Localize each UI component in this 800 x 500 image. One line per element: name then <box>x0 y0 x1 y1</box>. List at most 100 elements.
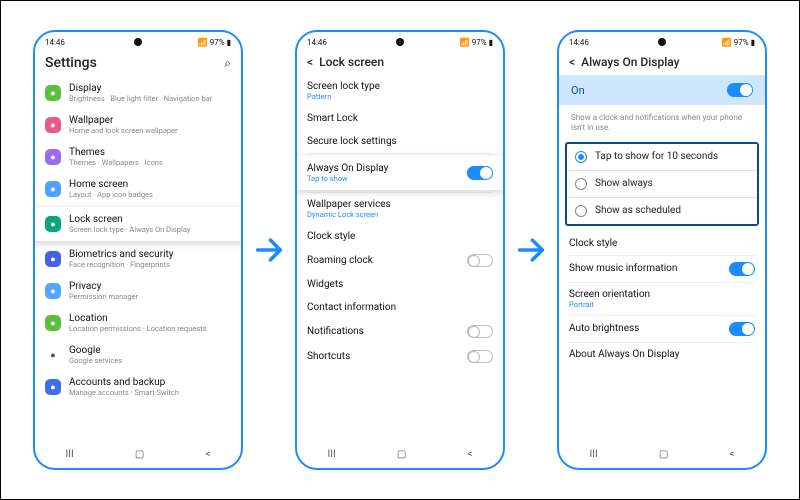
settings-row[interactable]: ●Lock screenScreen lock type · Always On… <box>35 207 241 241</box>
nav-home-icon[interactable]: ▢ <box>397 449 406 460</box>
aod-hint: Show a clock and notifications when your… <box>559 109 765 142</box>
notch <box>658 38 666 46</box>
row-sub: Dynamic Lock screen <box>307 210 493 219</box>
nav-home-icon[interactable]: ▢ <box>659 449 668 460</box>
settings-row[interactable]: ●WallpaperHome and lock screen wallpaper <box>35 109 241 141</box>
notch <box>134 38 142 46</box>
radio-option[interactable]: Show always <box>567 170 757 197</box>
nav-back-icon[interactable]: < <box>205 449 210 460</box>
row-label: Lock screen <box>69 214 231 225</box>
location-icon: ● <box>45 315 61 331</box>
settings-row[interactable]: ●Accounts and backupManage accounts · Sm… <box>35 371 241 403</box>
lockscreen-row[interactable]: Widgets <box>297 273 503 296</box>
row-sub: Themes · Wallpapers · Icons <box>69 158 231 167</box>
toggle[interactable] <box>467 254 493 267</box>
row-label: Wallpaper <box>69 115 231 126</box>
page-title: Lock screen <box>319 55 493 69</box>
home-icon: ● <box>45 181 61 197</box>
themes-icon: ● <box>45 149 61 165</box>
toggle[interactable] <box>467 350 493 363</box>
nav-back-icon[interactable]: < <box>467 449 472 460</box>
aod-row[interactable]: About Always On Display <box>559 343 765 366</box>
settings-row[interactable]: ●LocationLocation permissions · Location… <box>35 307 241 339</box>
aod-row[interactable]: Auto brightness <box>559 316 765 342</box>
row-sub: Pattern <box>307 92 493 101</box>
header: Settings ⌕ <box>35 49 241 77</box>
lockscreen-row[interactable]: Roaming clock <box>297 248 503 273</box>
on-toggle[interactable] <box>727 83 753 97</box>
row-label: Wallpaper services <box>307 199 493 210</box>
radio-option[interactable]: Show as scheduled <box>567 197 757 224</box>
nav-recents-icon[interactable]: III <box>66 449 74 460</box>
row-label: Shortcuts <box>307 351 459 362</box>
page-title: Always On Display <box>581 55 755 69</box>
row-label: Privacy <box>69 281 231 292</box>
status-time: 14:46 <box>45 38 65 47</box>
aod-row[interactable]: Screen orientationPortrait <box>559 283 765 315</box>
row-label: Clock style <box>307 231 493 242</box>
radio-option[interactable]: Tap to show for 10 seconds <box>567 144 757 170</box>
lockscreen-row[interactable]: Screen lock typePattern <box>297 75 503 107</box>
google-icon: ● <box>45 347 61 363</box>
toggle[interactable] <box>729 262 755 276</box>
lockscreen-row[interactable]: Shortcuts <box>297 344 503 369</box>
status-right: 📶 97% ▮ <box>460 38 493 47</box>
settings-row[interactable]: ●Biometrics and securityFace recognition… <box>35 243 241 275</box>
row-label: Roaming clock <box>307 255 459 266</box>
lockscreen-row[interactable]: Clock style <box>297 225 503 248</box>
nav-home-icon[interactable]: ▢ <box>135 449 144 460</box>
lockscreen-row[interactable]: Always On DisplayTap to show <box>297 156 503 190</box>
aod-row[interactable]: Clock style <box>559 232 765 255</box>
settings-row[interactable]: ●PrivacyPermission manager <box>35 275 241 307</box>
row-label: Smart Lock <box>307 113 493 124</box>
status-right: 📶 97% ▮ <box>722 38 755 47</box>
status-time: 14:46 <box>569 38 589 47</box>
on-banner[interactable]: On <box>559 75 765 105</box>
lockscreen-row[interactable]: Secure lock settings <box>297 130 503 153</box>
settings-row[interactable]: ●ThemesThemes · Wallpapers · Icons <box>35 141 241 173</box>
toggle[interactable] <box>467 325 493 338</box>
display-mode-radios: Tap to show for 10 secondsShow alwaysSho… <box>565 142 759 226</box>
row-sub: Manage accounts · Smart Switch <box>69 388 231 397</box>
row-label: Notifications <box>307 326 459 337</box>
row-label: Biometrics and security <box>69 249 231 260</box>
flow-arrow <box>513 233 549 267</box>
privacy-icon: ● <box>45 283 61 299</box>
lockscreen-row[interactable]: Wallpaper servicesDynamic Lock screen <box>297 193 503 225</box>
nav-recents-icon[interactable]: III <box>328 449 336 460</box>
row-label: About Always On Display <box>569 349 755 360</box>
row-sub: Portrait <box>569 300 755 309</box>
header: < Always On Display <box>559 49 765 75</box>
row-label: Show music information <box>569 263 721 274</box>
settings-row[interactable]: ●GoogleGoogle services <box>35 339 241 371</box>
on-label: On <box>571 84 585 97</box>
lockscreen-row[interactable]: Contact information <box>297 296 503 319</box>
row-label: Contact information <box>307 302 493 313</box>
row-label: Google <box>69 345 231 356</box>
row-sub: Tap to show <box>307 174 459 183</box>
row-label: Always On Display <box>307 163 459 174</box>
toggle[interactable] <box>467 166 493 180</box>
back-icon[interactable]: < <box>307 55 313 69</box>
lockscreen-row[interactable]: Notifications <box>297 319 503 344</box>
row-label: Screen lock type <box>307 81 493 92</box>
row-sub: Brightness · Blue light filter · Navigat… <box>69 94 231 103</box>
search-icon[interactable]: ⌕ <box>224 56 231 71</box>
row-label: Widgets <box>307 279 493 290</box>
phone-aod: 14:46 📶 97% ▮ < Always On Display On Sho… <box>557 30 767 470</box>
toggle[interactable] <box>729 322 755 336</box>
settings-row[interactable]: ●Home screenLayout · App icon badges <box>35 173 241 205</box>
phone-lock-screen: 14:46 📶 97% ▮ < Lock screen Screen lock … <box>295 30 505 470</box>
radio-circle-icon <box>575 178 587 190</box>
biometrics-icon: ● <box>45 251 61 267</box>
aod-row[interactable]: Show music information <box>559 256 765 282</box>
settings-row[interactable]: ●DisplayBrightness · Blue light filter ·… <box>35 77 241 109</box>
nav-bar: III ▢ < <box>297 443 503 468</box>
nav-recents-icon[interactable]: III <box>590 449 598 460</box>
row-label: Screen orientation <box>569 289 755 300</box>
lock-icon: ● <box>45 216 61 232</box>
lockscreen-row[interactable]: Smart Lock <box>297 107 503 130</box>
back-icon[interactable]: < <box>569 55 575 69</box>
settings-list: ●DisplayBrightness · Blue light filter ·… <box>35 77 241 443</box>
nav-back-icon[interactable]: < <box>729 449 734 460</box>
